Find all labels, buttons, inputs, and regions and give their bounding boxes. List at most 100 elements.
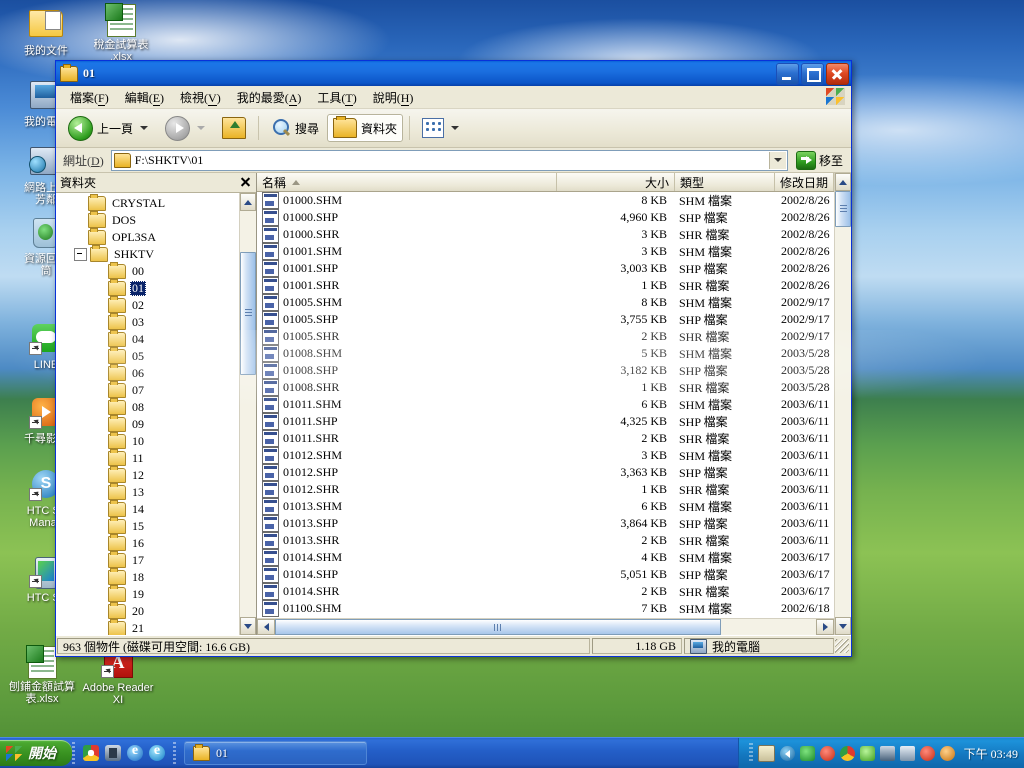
file-list-row[interactable]: 01014.SHM 4 KB SHM 檔案 2003/6/17 — [257, 549, 834, 566]
tray-icon-list[interactable] — [757, 744, 955, 762]
file-list-vscrollbar[interactable] — [834, 173, 851, 635]
security-center-icon[interactable] — [919, 745, 935, 761]
folder-tree-item[interactable]: 14 — [56, 500, 239, 518]
folder-tree-item[interactable]: 10 — [56, 432, 239, 450]
folder-tree-item[interactable]: 02 — [56, 296, 239, 314]
folder-tree-item[interactable]: 07 — [56, 381, 239, 399]
scroll-left-button[interactable] — [257, 619, 275, 635]
file-list-row[interactable]: 01000.SHR 3 KB SHR 檔案 2002/8/26 — [257, 226, 834, 243]
folder-tree[interactable]: CRYSTAL DOS OPL3SA SHKTV 00 01 02 03 04 05 06 07 08 0… — [56, 193, 239, 635]
folder-tree-item[interactable]: SHKTV — [56, 245, 239, 263]
folder-tree-item[interactable]: OPL3SA — [56, 228, 239, 246]
address-dropdown-button[interactable] — [768, 151, 786, 169]
views-dropdown-icon[interactable] — [451, 126, 460, 130]
menu-item-v[interactable]: 檢視(V) — [172, 87, 229, 108]
network-icon[interactable] — [879, 745, 895, 761]
file-list-row[interactable]: 01014.SHP 5,051 KB SHP 檔案 2003/6/17 — [257, 566, 834, 583]
chrome-tray-icon[interactable] — [839, 745, 855, 761]
file-list-row[interactable]: 01008.SHM 5 KB SHM 檔案 2003/5/28 — [257, 345, 834, 362]
scrollbar-thumb[interactable] — [835, 191, 851, 228]
up-button[interactable] — [216, 113, 252, 143]
file-list-row[interactable]: 01012.SHM 3 KB SHM 檔案 2003/6/11 — [257, 447, 834, 464]
file-list-row[interactable]: 01008.SHP 3,182 KB SHP 檔案 2003/5/28 — [257, 362, 834, 379]
forward-button[interactable] — [159, 112, 214, 145]
menu-bar[interactable]: 檔案(F) 編輯(E) 檢視(V) 我的最愛(A) 工具(T) 說明(H) — [56, 86, 851, 109]
file-list-row[interactable]: 01013.SHR 2 KB SHR 檔案 2003/6/11 — [257, 532, 834, 549]
scroll-right-button[interactable] — [816, 619, 834, 635]
scrollbar-thumb[interactable] — [240, 251, 256, 376]
menu-item-h[interactable]: 說明(H) — [365, 87, 422, 108]
folder-tree-item[interactable]: 03 — [56, 313, 239, 331]
resize-grip[interactable] — [835, 639, 849, 653]
file-list-row[interactable]: 01001.SHM 3 KB SHM 檔案 2002/8/26 — [257, 243, 834, 260]
file-list-hscrollbar[interactable] — [257, 618, 834, 635]
file-list-row[interactable]: 01000.SHM 8 KB SHM 檔案 2002/8/26 — [257, 192, 834, 209]
column-header-size[interactable]: 大小 — [557, 173, 675, 191]
file-list-row[interactable]: 01011.SHM 6 KB SHM 檔案 2003/6/11 — [257, 396, 834, 413]
folder-tree-item[interactable]: DOS — [56, 211, 239, 229]
file-list-row[interactable]: 01005.SHM 8 KB SHM 檔案 2002/9/17 — [257, 294, 834, 311]
forward-dropdown-icon[interactable] — [197, 126, 206, 130]
menu-item-e[interactable]: 編輯(E) — [117, 87, 172, 108]
keyboard-ime-icon[interactable] — [757, 744, 775, 762]
safely-remove-hardware-icon[interactable] — [899, 745, 915, 761]
folders-button[interactable]: 資料夾 — [327, 114, 404, 142]
file-list-row[interactable]: 01001.SHP 3,003 KB SHP 檔案 2002/8/26 — [257, 260, 834, 277]
file-list-row[interactable]: 01005.SHR 2 KB SHR 檔案 2002/9/17 — [257, 328, 834, 345]
file-list-row[interactable]: 01013.SHP 3,864 KB SHP 檔案 2003/6/11 — [257, 515, 834, 532]
folder-tree-item[interactable]: 18 — [56, 568, 239, 586]
file-list-row[interactable]: 01011.SHP 4,325 KB SHP 檔案 2003/6/11 — [257, 413, 834, 430]
desktop-icon[interactable]: 我的文件 — [10, 6, 82, 57]
browser-icon[interactable] — [149, 743, 165, 761]
media-player-icon[interactable] — [105, 745, 121, 761]
folder-tree-item[interactable]: 20 — [56, 602, 239, 620]
folder-tree-item[interactable]: 11 — [56, 449, 239, 467]
go-button[interactable]: 移至 — [792, 150, 847, 170]
file-list-row[interactable]: 01100.SHM 7 KB SHM 檔案 2002/6/18 — [257, 600, 834, 617]
file-list-row[interactable]: 01012.SHP 3,363 KB SHP 檔案 2003/6/11 — [257, 464, 834, 481]
scroll-down-button[interactable] — [835, 617, 851, 635]
minimize-button[interactable] — [776, 62, 799, 85]
close-button[interactable] — [826, 62, 849, 85]
plugin-icon[interactable] — [819, 745, 835, 761]
scrollbar-track[interactable] — [835, 191, 851, 617]
antivirus-shield-icon[interactable] — [799, 745, 815, 761]
file-list-rows[interactable]: 01000.SHM 8 KB SHM 檔案 2002/8/26 01000.SHP 4,9… — [257, 192, 834, 618]
back-dropdown-icon[interactable] — [140, 126, 149, 130]
menu-item-list[interactable]: 檔案(F) 編輯(E) 檢視(V) 我的最愛(A) 工具(T) 說明(H) — [62, 87, 421, 108]
folder-tree-item[interactable]: 13 — [56, 483, 239, 501]
start-button[interactable]: 開始 — [0, 740, 72, 766]
folder-tree-item[interactable]: 01 — [56, 279, 239, 297]
search-button[interactable]: 搜尋 — [265, 114, 325, 142]
menu-item-t[interactable]: 工具(T) — [309, 87, 364, 108]
file-list-row[interactable]: 01012.SHR 1 KB SHR 檔案 2003/6/11 — [257, 481, 834, 498]
folder-tree-item[interactable]: 19 — [56, 585, 239, 603]
column-header-name[interactable]: 名稱 — [257, 173, 557, 191]
scrollbar-track[interactable] — [240, 211, 256, 617]
file-list-row[interactable]: 01000.SHP 4,960 KB SHP 檔案 2002/8/26 — [257, 209, 834, 226]
folder-tree-item[interactable]: 06 — [56, 364, 239, 382]
file-list-pane[interactable]: 名稱 大小 類型 修改日期 01000.SHM 8 KB SHM 檔案 2002… — [257, 173, 851, 635]
clock[interactable]: 下午 03:49 — [960, 745, 1018, 762]
desktop-icon[interactable]: 稅金試算表 .xlsx — [85, 3, 157, 63]
folder-tree-item[interactable]: 05 — [56, 347, 239, 365]
internet-explorer-icon[interactable] — [127, 743, 143, 761]
file-list-row[interactable]: 01013.SHM 6 KB SHM 檔案 2003/6/11 — [257, 498, 834, 515]
system-tray[interactable]: 下午 03:49 — [737, 738, 1024, 768]
address-bar[interactable]: 網址(D) F:\SHKTV\01 移至 — [56, 148, 851, 173]
hscrollbar-thumb[interactable] — [275, 619, 721, 635]
file-list-row[interactable]: 01014.SHR 2 KB SHR 檔案 2003/6/17 — [257, 583, 834, 600]
chrome-icon[interactable] — [83, 745, 99, 761]
column-header-row[interactable]: 名稱 大小 類型 修改日期 — [257, 173, 834, 192]
green-app-icon[interactable] — [859, 745, 875, 761]
column-header-type[interactable]: 類型 — [675, 173, 775, 191]
folders-pane[interactable]: 資料夾 CRYSTAL DOS OPL3SA SHKTV 00 01 02 03 04 05 06 0… — [56, 173, 257, 635]
toolbar[interactable]: 上一頁 搜尋 資料夾 — [56, 109, 851, 148]
folder-tree-item[interactable]: 12 — [56, 466, 239, 484]
views-button[interactable] — [416, 114, 468, 142]
scroll-up-button[interactable] — [835, 173, 851, 191]
close-icon[interactable] — [239, 176, 252, 189]
update-icon[interactable] — [939, 745, 955, 761]
menu-item-a[interactable]: 我的最愛(A) — [229, 87, 310, 108]
menu-item-f[interactable]: 檔案(F) — [62, 87, 117, 108]
